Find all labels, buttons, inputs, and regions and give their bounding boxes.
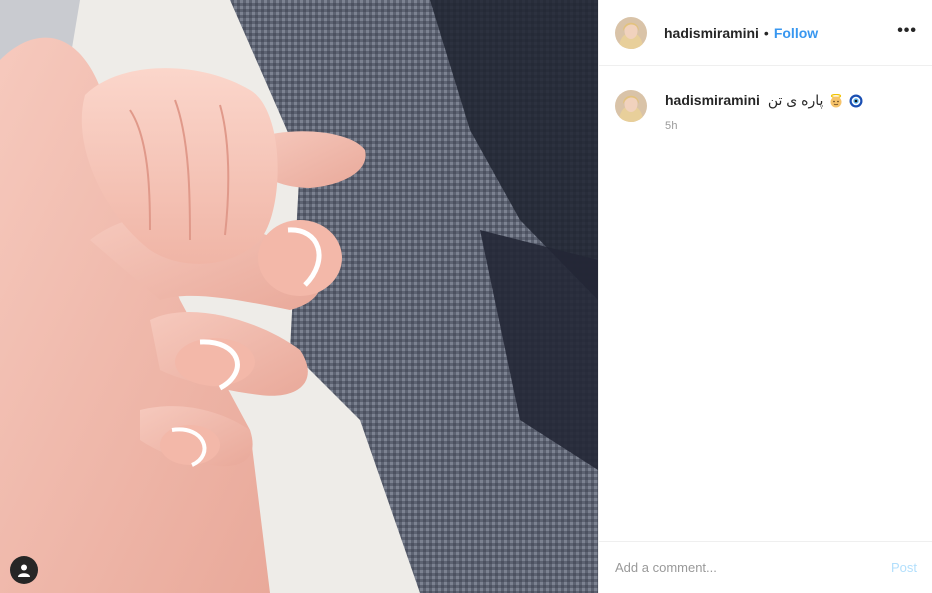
caption-username[interactable]: hadismiramini xyxy=(665,92,760,108)
tagged-people-button[interactable] xyxy=(10,556,38,584)
profile-picture-icon xyxy=(615,16,647,49)
avatar[interactable] xyxy=(615,90,647,122)
post-header: hadismiramini • Follow ••• xyxy=(599,0,932,66)
post-timestamp[interactable]: 5h xyxy=(665,120,863,132)
post-sidebar: hadismiramini • Follow ••• hadismiramini… xyxy=(598,0,932,593)
post-comment-button[interactable]: Post xyxy=(891,560,917,575)
separator-dot: • xyxy=(763,24,769,41)
nazar-amulet-emoji-icon xyxy=(849,94,863,108)
baby-angel-emoji-icon xyxy=(830,94,842,108)
post-photo[interactable] xyxy=(0,0,598,593)
header-username[interactable]: hadismiramini xyxy=(664,25,759,41)
profile-picture-icon xyxy=(615,90,647,122)
baby-hand-photo-image xyxy=(0,0,598,593)
comment-input[interactable] xyxy=(615,560,891,575)
person-icon xyxy=(18,564,30,577)
caption-line: hadismiramini پاره ی تن xyxy=(665,88,863,112)
follow-button[interactable]: Follow xyxy=(774,25,818,41)
avatar[interactable] xyxy=(615,16,647,49)
caption-comment: hadismiramini پاره ی تن 5h xyxy=(615,88,863,132)
caption-body: hadismiramini پاره ی تن 5h xyxy=(665,88,863,132)
caption-text: پاره ی تن xyxy=(767,92,824,108)
more-options-icon[interactable]: ••• xyxy=(897,22,917,40)
add-comment-bar: Post xyxy=(599,541,932,593)
